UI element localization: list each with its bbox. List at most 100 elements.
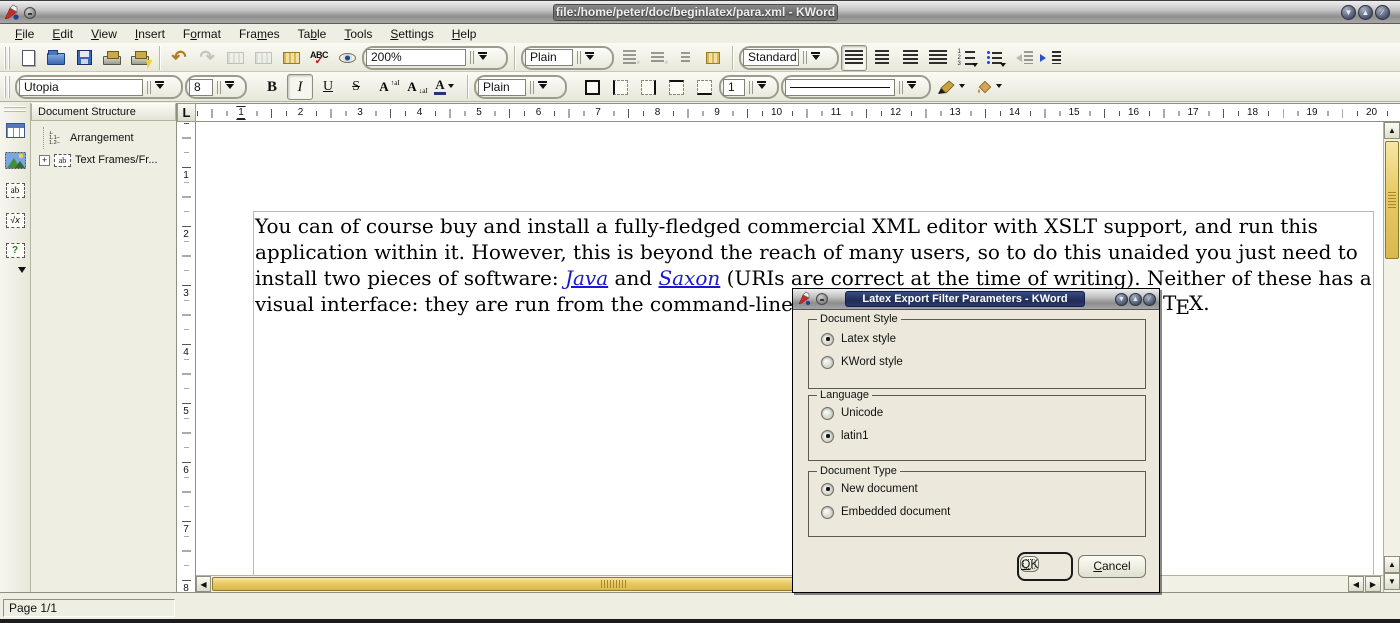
maximize-icon[interactable]: ▲ bbox=[1358, 5, 1373, 20]
frame-style-value[interactable]: Plain bbox=[478, 79, 526, 96]
document-canvas[interactable]: You can of course buy and install a full… bbox=[196, 122, 1383, 575]
background-color-button[interactable] bbox=[971, 74, 1007, 100]
java-link[interactable]: Java bbox=[565, 266, 608, 290]
scroll-up-icon[interactable]: ▲ bbox=[1384, 556, 1400, 573]
delete-frame-button[interactable] bbox=[250, 45, 276, 71]
align-center-button[interactable] bbox=[869, 45, 895, 71]
toolbar-handle[interactable] bbox=[4, 106, 26, 113]
save-button[interactable] bbox=[71, 45, 97, 71]
scroll-right-icon[interactable]: ▶ bbox=[1365, 576, 1381, 592]
chevron-down-icon[interactable] bbox=[585, 52, 594, 64]
style-combobox[interactable]: Standard bbox=[739, 46, 839, 70]
insert-object-button[interactable]: ? bbox=[2, 237, 28, 263]
chevron-down-icon[interactable] bbox=[1000, 63, 1006, 70]
numbered-list-button[interactable] bbox=[953, 45, 979, 71]
font-family-combobox[interactable]: Utopia bbox=[15, 75, 183, 99]
chevron-down-icon[interactable] bbox=[478, 52, 487, 64]
menu-item-edit[interactable]: Edit bbox=[43, 26, 82, 42]
spellcheck-button[interactable]: ABC ✓ bbox=[306, 45, 332, 71]
border-color-button[interactable] bbox=[933, 74, 969, 100]
insert-variable-button[interactable]: * bbox=[644, 45, 670, 71]
saxon-link[interactable]: Saxon bbox=[658, 266, 720, 290]
chevron-down-icon[interactable] bbox=[959, 84, 965, 91]
font-family-value[interactable]: Utopia bbox=[19, 79, 143, 96]
chevron-down-icon[interactable] bbox=[811, 52, 820, 64]
print-button[interactable] bbox=[99, 45, 125, 71]
sticky-button[interactable] bbox=[24, 7, 36, 19]
formatting-preview-button[interactable] bbox=[334, 45, 360, 71]
superscript-button[interactable] bbox=[371, 74, 397, 100]
close-icon[interactable]: ∕ bbox=[1143, 293, 1156, 306]
menu-item-settings[interactable]: Settings bbox=[381, 26, 442, 42]
subscript-button[interactable] bbox=[399, 74, 425, 100]
paragraph-style-combobox[interactable]: Plain bbox=[521, 46, 614, 70]
tree-item-text-frames[interactable]: + ab Text Frames/Fr... bbox=[39, 149, 174, 171]
frame-style-combobox[interactable]: Plain bbox=[474, 75, 567, 99]
menu-item-table[interactable]: Table bbox=[289, 26, 336, 42]
border-line-style-value[interactable] bbox=[785, 79, 895, 96]
scroll-down-icon[interactable]: ▼ bbox=[1384, 573, 1400, 590]
border-top-button[interactable] bbox=[663, 74, 689, 100]
border-right-button[interactable] bbox=[635, 74, 661, 100]
sticky-button[interactable] bbox=[816, 293, 828, 305]
insert-footnote-button[interactable]: * bbox=[616, 45, 642, 71]
new-document-button[interactable] bbox=[15, 45, 41, 71]
chevron-down-icon[interactable] bbox=[538, 81, 547, 93]
bullet-list-button[interactable] bbox=[981, 45, 1007, 71]
insert-comment-button[interactable] bbox=[672, 45, 698, 71]
menu-item-tools[interactable]: Tools bbox=[335, 26, 381, 42]
toolbar-handle[interactable] bbox=[4, 47, 11, 69]
raise-frame-button[interactable] bbox=[278, 45, 304, 71]
radio-new-document[interactable]: New document bbox=[821, 481, 1145, 497]
zoom-value[interactable]: 200% bbox=[366, 49, 466, 66]
insert-text-frame-button[interactable]: ab bbox=[2, 177, 28, 203]
vertical-scrollbar[interactable]: ▲ ▲ ▼ bbox=[1383, 122, 1400, 592]
scroll-left-icon[interactable]: ◀ bbox=[1348, 576, 1364, 592]
bold-button[interactable]: B bbox=[259, 74, 285, 100]
cancel-button[interactable]: Cancel bbox=[1078, 555, 1146, 578]
chevron-down-icon[interactable] bbox=[972, 63, 978, 70]
increase-indent-button[interactable] bbox=[1037, 45, 1063, 71]
menu-item-format[interactable]: Format bbox=[174, 26, 230, 42]
radio-latex-style[interactable]: Latex style bbox=[821, 331, 1145, 347]
ok-button[interactable]: OK bbox=[1020, 556, 1039, 572]
align-right-button[interactable] bbox=[897, 45, 923, 71]
open-button[interactable] bbox=[43, 45, 69, 71]
vertical-scrollbar-thumb[interactable] bbox=[1385, 141, 1399, 259]
menu-item-frames[interactable]: Frames bbox=[230, 26, 289, 42]
border-width-combobox[interactable]: 1 bbox=[719, 75, 779, 99]
chevron-down-icon[interactable] bbox=[448, 84, 454, 91]
zoom-combobox[interactable]: 200% bbox=[362, 46, 508, 70]
print-preview-button[interactable] bbox=[127, 45, 153, 71]
font-color-button[interactable]: A bbox=[427, 74, 461, 100]
menu-item-file[interactable]: File bbox=[6, 26, 43, 42]
menu-item-insert[interactable]: Insert bbox=[126, 26, 174, 42]
border-left-button[interactable] bbox=[607, 74, 633, 100]
chevron-down-icon[interactable] bbox=[907, 81, 916, 93]
insert-table-button[interactable] bbox=[2, 117, 28, 143]
align-left-button[interactable] bbox=[841, 45, 867, 71]
minimize-icon[interactable]: ▼ bbox=[1341, 5, 1356, 20]
redo-button[interactable] bbox=[194, 45, 220, 71]
border-bottom-button[interactable] bbox=[691, 74, 717, 100]
maximize-icon[interactable]: ▲ bbox=[1129, 293, 1142, 306]
radio-unicode[interactable]: Unicode bbox=[821, 405, 1145, 421]
edit-frame-button[interactable] bbox=[222, 45, 248, 71]
tree-item-arrangement[interactable]: 1.1.1–1.2– Arrangement bbox=[39, 127, 174, 149]
chevron-down-icon[interactable] bbox=[155, 81, 164, 93]
paragraph-style-value[interactable]: Plain bbox=[525, 49, 573, 66]
font-size-combobox[interactable]: 8 bbox=[185, 75, 247, 99]
border-line-style-combobox[interactable] bbox=[781, 75, 931, 99]
align-justify-button[interactable] bbox=[925, 45, 951, 71]
vertical-ruler[interactable]: 12345678 bbox=[177, 122, 196, 592]
expand-icon[interactable]: + bbox=[39, 155, 50, 166]
insert-picture-button[interactable] bbox=[2, 147, 28, 173]
menu-item-view[interactable]: View bbox=[82, 26, 126, 42]
horizontal-scrollbar[interactable]: ◀ ◀ ▶ bbox=[196, 575, 1383, 592]
menu-item-help[interactable]: Help bbox=[443, 26, 486, 42]
radio-latin1[interactable]: latin1 bbox=[821, 428, 1145, 444]
undo-button[interactable] bbox=[166, 45, 192, 71]
window-titlebar[interactable]: file:/home/peter/doc/beginlatex/para.xml… bbox=[0, 0, 1400, 24]
tab-stop-selector[interactable]: L bbox=[177, 103, 196, 122]
insert-link-button[interactable] bbox=[700, 45, 726, 71]
